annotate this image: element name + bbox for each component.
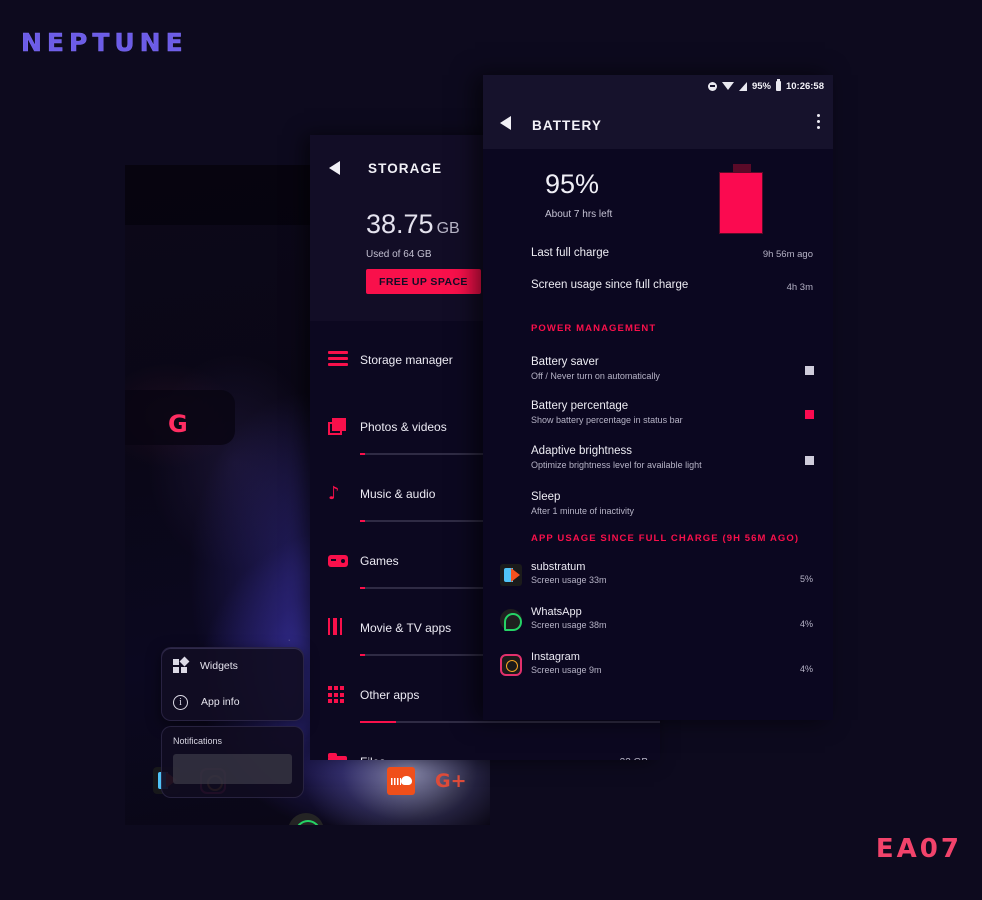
google-logo-icon[interactable]: G (168, 412, 190, 438)
battery-title: BATTERY (532, 118, 602, 133)
app-usage-name: Instagram (531, 651, 580, 663)
storage-row-label: Other apps (360, 688, 420, 702)
free-up-space-button[interactable]: FREE UP SPACE (366, 269, 481, 294)
battery-stat-label: Screen usage since full charge (531, 279, 689, 291)
signal-icon (738, 81, 747, 91)
app-usage-row-substratum[interactable]: substratum Screen usage 33m 5% (483, 558, 833, 603)
brand-title: NEPTUNE (21, 28, 188, 58)
grid-icon (328, 686, 348, 704)
setting-description: Optimize brightness level for available … (531, 460, 702, 470)
storage-row-label: Photos & videos (360, 420, 447, 434)
storage-row-files[interactable]: Files 23 GB (310, 731, 660, 760)
widgets-icon (173, 656, 190, 673)
battery-saver-toggle[interactable] (805, 366, 814, 375)
storage-row-label: Storage manager (360, 353, 453, 367)
notification-placeholder (173, 754, 292, 784)
battery-graphic-icon (719, 164, 763, 234)
battery-stat-value: 9h 56m ago (762, 249, 813, 260)
battery-settings-panel: 95% 10:26:58 BATTERY 95% About 7 hrs lef… (483, 75, 833, 720)
battery-stat-value: 4h 3m (786, 282, 813, 293)
dock-item-soundcloud[interactable] (387, 767, 415, 795)
wifi-icon (721, 82, 734, 90)
storage-title: STORAGE (368, 161, 443, 176)
photos-icon (328, 418, 348, 436)
app-usage-detail: Screen usage 9m (531, 665, 602, 675)
app-usage-percent: 4% (799, 619, 813, 629)
setting-description: After 1 minute of inactivity (531, 506, 635, 516)
storage-row-label: Files (360, 755, 385, 760)
storage-used-amount: 38.75 GB (366, 209, 460, 240)
battery-percentage-toggle[interactable] (805, 410, 814, 419)
back-arrow-icon[interactable] (329, 161, 340, 175)
battery-time-left: About 7 hrs left (545, 209, 613, 220)
storage-row-bar (360, 721, 660, 723)
app-usage-name: substratum (531, 561, 586, 573)
setting-adaptive-brightness[interactable]: Adaptive brightness Optimize brightness … (483, 426, 833, 472)
back-arrow-icon[interactable] (500, 116, 511, 130)
menu-item-app-info-label: App info (201, 696, 240, 708)
app-usage-percent: 5% (799, 574, 813, 584)
app-usage-heading: APP USAGE SINCE FULL CHARGE (9H 56M AGO) (531, 533, 800, 544)
google-plus-icon: G+ (435, 770, 467, 792)
app-context-menu: Widgets i App info (161, 647, 304, 721)
soundcloud-icon (387, 767, 415, 795)
menu-item-app-info[interactable]: i App info (162, 684, 303, 720)
home-app-whatsapp[interactable]: WhatsApp (285, 813, 327, 825)
app-usage-name: WhatsApp (531, 606, 582, 618)
do-not-disturb-icon (707, 81, 717, 91)
setting-sleep[interactable]: Sleep After 1 minute of inactivity (483, 472, 833, 516)
overflow-menu-icon[interactable] (817, 114, 820, 132)
whatsapp-icon (288, 813, 324, 825)
adaptive-brightness-toggle[interactable] (805, 456, 814, 465)
setting-label: Battery saver (531, 356, 599, 368)
battery-icon (775, 79, 781, 91)
status-battery-percent: 95% (751, 80, 771, 92)
app-usage-row-instagram[interactable]: Instagram Screen usage 9m 4% (483, 648, 833, 693)
power-management-heading: POWER MANAGEMENT (531, 323, 657, 334)
setting-description: Show battery percentage in status bar (531, 415, 683, 425)
setting-label: Adaptive brightness (531, 445, 633, 457)
storage-row-label: Movie & TV apps (360, 621, 452, 635)
storage-row-label: Music & audio (360, 487, 436, 501)
app-usage-row-whatsapp[interactable]: WhatsApp Screen usage 38m 4% (483, 603, 833, 648)
battery-header: BATTERY (483, 97, 833, 149)
showcase-stage: NEPTUNE EA07 G Widgets i App info Notifi… (0, 0, 982, 900)
storage-used-number: 38.75 (366, 209, 434, 239)
menu-item-widgets[interactable]: Widgets (162, 648, 303, 684)
battery-stat-screen-usage[interactable]: Screen usage since full charge 4h 3m (483, 279, 833, 323)
folder-icon (328, 753, 348, 760)
music-icon: ♪ (328, 483, 340, 504)
setting-label: Battery percentage (531, 400, 629, 412)
notifications-card[interactable]: Notifications (161, 726, 304, 798)
storage-total-label: Used of 64 GB (366, 249, 432, 260)
games-icon (328, 555, 348, 573)
film-icon (328, 618, 348, 636)
substratum-icon (500, 564, 522, 586)
storage-row-size: 23 GB (620, 757, 648, 760)
status-bar: 95% 10:26:58 (483, 75, 833, 97)
notifications-title: Notifications (173, 736, 223, 746)
setting-label: Sleep (531, 491, 561, 503)
info-icon: i (173, 694, 188, 710)
google-logo-letter: G (168, 410, 188, 438)
app-usage-percent: 4% (799, 664, 813, 674)
dock-item-googleplus[interactable]: G+ (435, 767, 467, 795)
whatsapp-icon (500, 609, 522, 631)
storage-row-label: Games (360, 554, 399, 568)
setting-battery-saver[interactable]: Battery saver Off / Never turn on automa… (483, 334, 833, 381)
menu-item-widgets-label: Widgets (200, 660, 238, 672)
status-clock: 10:26:58 (785, 80, 824, 92)
setting-battery-percentage[interactable]: Battery percentage Show battery percenta… (483, 380, 833, 426)
battery-percent: 95% (545, 169, 600, 199)
app-usage-detail: Screen usage 38m (531, 620, 607, 630)
battery-stat-last-charge[interactable]: Last full charge 9h 56m ago (483, 247, 833, 279)
lines-icon (328, 351, 348, 369)
instagram-icon (500, 654, 522, 676)
battery-summary: 95% About 7 hrs left (483, 149, 833, 247)
storage-used-unit: GB (436, 220, 460, 237)
brand-watermark: EA07 (875, 834, 962, 864)
app-usage-detail: Screen usage 33m (531, 575, 607, 585)
